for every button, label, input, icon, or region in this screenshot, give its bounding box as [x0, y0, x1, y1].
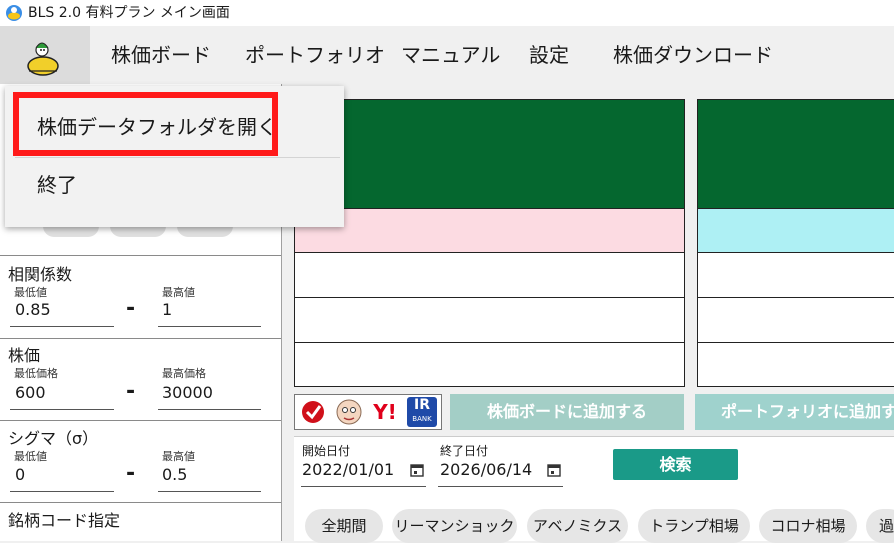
app-menu-button[interactable] [0, 26, 90, 84]
window-title: BLS 2.0 有料プラン メイン画面 [28, 5, 230, 21]
portfolio-header-cell [697, 99, 894, 209]
input-underline [10, 326, 114, 327]
menu-stock-board[interactable]: 株価ボード [111, 26, 211, 84]
face-avatar-icon[interactable] [334, 397, 364, 427]
calendar-icon[interactable] [546, 462, 562, 478]
sigma-max-label: 最高値 [162, 450, 195, 463]
period-all[interactable]: 全期間 [305, 509, 383, 543]
price-max-input[interactable]: 30000 [162, 383, 213, 403]
search-button[interactable]: 検索 [613, 449, 738, 480]
menu-portfolio[interactable]: ポートフォリオ [245, 26, 385, 84]
period-corona[interactable]: コロナ相場 [759, 509, 857, 543]
price-min-input[interactable]: 600 [15, 383, 46, 403]
code-title: 銘柄コード指定 [8, 511, 121, 530]
input-underline [438, 486, 563, 487]
board-row[interactable] [294, 297, 685, 343]
portfolio-row[interactable] [697, 297, 894, 343]
irbank-bottom-text: BANK [412, 415, 432, 423]
board-row[interactable] [294, 208, 685, 253]
start-date-input[interactable]: 2022/01/01 [302, 460, 394, 480]
add-to-portfolio-button[interactable]: ポートフォリオに追加する [695, 394, 894, 430]
sigma-min-input[interactable]: 0 [15, 465, 25, 485]
range-dash: - [126, 379, 136, 404]
range-dash: - [126, 461, 136, 486]
portfolio-row[interactable] [697, 252, 894, 298]
section-divider [0, 255, 281, 256]
correlation-title: 相関係数 [8, 265, 73, 284]
menu-stock-download[interactable]: 株価ダウンロード [613, 26, 773, 84]
kabutan-icon[interactable] [298, 397, 328, 427]
input-underline [10, 409, 114, 410]
irbank-icon[interactable]: IR BANK [407, 397, 437, 427]
period-more[interactable]: 過 [866, 509, 894, 543]
correlation-min-label: 最低値 [14, 286, 47, 299]
range-dash: - [126, 296, 136, 321]
add-to-board-button[interactable]: 株価ボードに追加する [450, 394, 684, 430]
price-min-label: 最低価格 [14, 367, 58, 380]
calendar-icon[interactable] [409, 462, 425, 478]
portfolio-row[interactable] [697, 208, 894, 253]
correlation-max-label: 最高値 [162, 286, 195, 299]
section-divider [0, 502, 281, 503]
section-divider [0, 420, 281, 421]
period-abenomics[interactable]: アベノミクス [527, 509, 628, 543]
app-icon [5, 4, 23, 22]
mascot-icon [27, 42, 59, 76]
menu-divider [15, 157, 340, 158]
menu-manual[interactable]: マニュアル [401, 26, 500, 84]
irbank-top-text: IR [414, 397, 430, 413]
input-underline [158, 491, 261, 492]
board-row[interactable] [294, 342, 685, 387]
start-date-label: 開始日付 [302, 444, 351, 458]
correlation-min-input[interactable]: 0.85 [15, 300, 51, 320]
section-divider [0, 338, 281, 339]
input-underline [301, 486, 426, 487]
exit-item[interactable]: 終了 [37, 171, 77, 199]
sigma-max-input[interactable]: 0.5 [162, 465, 187, 485]
price-max-label: 最高価格 [162, 367, 206, 380]
input-underline [10, 491, 114, 492]
board-row[interactable] [294, 252, 685, 298]
price-title: 株価 [8, 346, 41, 365]
input-underline [158, 409, 261, 410]
open-stock-folder-item[interactable]: 株価データフォルダを開く [37, 113, 277, 141]
end-date-input[interactable]: 2026/06/14 [440, 460, 532, 480]
correlation-max-input[interactable]: 1 [162, 300, 172, 320]
end-date-label: 終了日付 [440, 444, 489, 458]
sigma-min-label: 最低値 [14, 450, 47, 463]
board-header-cell [294, 99, 685, 209]
input-underline [158, 326, 261, 327]
period-trump[interactable]: トランプ相場 [638, 509, 750, 543]
portfolio-row[interactable] [697, 342, 894, 387]
menu-settings[interactable]: 設定 [529, 26, 569, 84]
period-lehman[interactable]: リーマンショック [392, 509, 517, 543]
sigma-title: シグマ（σ） [8, 429, 99, 448]
yahoo-icon[interactable]: Y! [370, 397, 400, 427]
